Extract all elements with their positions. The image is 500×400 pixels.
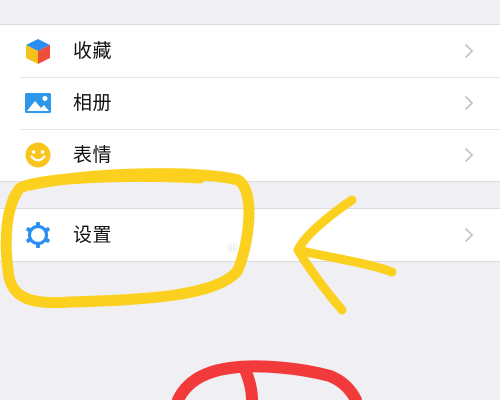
photo-album-icon: [24, 89, 52, 117]
chevron-right-icon: [464, 227, 474, 243]
chevron-right-icon: [464, 95, 474, 111]
menu-item-photo-album[interactable]: 相册: [0, 77, 500, 129]
favorites-cube-icon: [24, 37, 52, 65]
menu-item-favorites[interactable]: 收藏: [0, 25, 500, 77]
menu-group-main: 收藏 相册 表情: [0, 24, 500, 182]
menu-item-label: 表情: [73, 144, 113, 166]
settings-gear-icon: [24, 221, 52, 249]
red-partial-mark-annotation: [172, 360, 362, 400]
menu-item-label: 收藏: [73, 40, 113, 62]
settings-screen: 收藏 相册 表情 设置 ill it.: [0, 0, 500, 400]
menu-item-label: 设置: [73, 224, 113, 246]
menu-item-label: 相册: [73, 92, 113, 114]
watermark: ill it.: [228, 242, 252, 255]
menu-item-stickers[interactable]: 表情: [0, 129, 500, 181]
emoji-smiley-icon: [24, 141, 52, 169]
chevron-right-icon: [464, 43, 474, 59]
chevron-right-icon: [464, 147, 474, 163]
